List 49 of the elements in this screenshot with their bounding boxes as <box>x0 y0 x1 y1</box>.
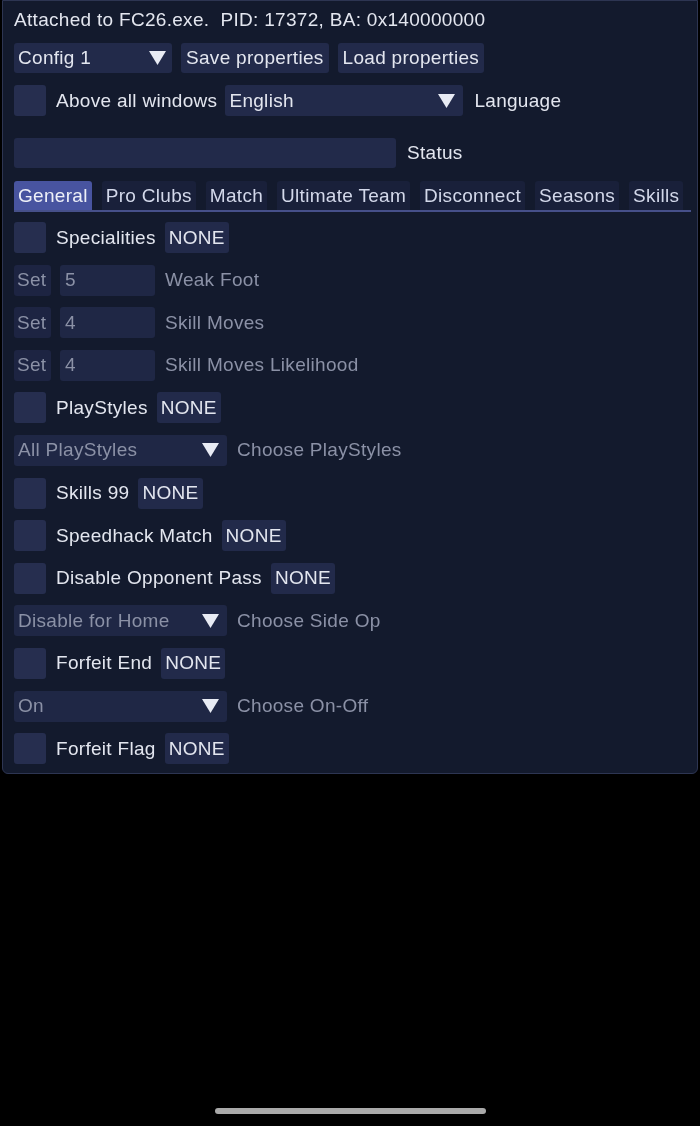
checkbox[interactable] <box>14 222 46 253</box>
checkbox[interactable] <box>14 733 46 765</box>
field-label: Weak Foot <box>165 268 260 293</box>
checkbox[interactable] <box>14 392 46 424</box>
caret-icon <box>149 51 166 65</box>
hotkey-button[interactable]: NONE <box>164 222 229 253</box>
tab[interactable]: Pro Clubs <box>101 181 196 210</box>
dropdown-label: Choose On-Off <box>237 694 369 719</box>
checkbox[interactable] <box>14 647 46 679</box>
hotkey-button[interactable]: NONE <box>164 733 229 765</box>
hotkey-button[interactable]: NONE <box>221 520 286 552</box>
language-dropdown[interactable]: English <box>225 85 464 116</box>
window-title: Attached to FC26.exe. PID: 17372, BA: 0x140000000 <box>14 8 486 32</box>
toolbar-button[interactable]: Save properties <box>181 43 329 73</box>
toolbar-button[interactable]: Load properties <box>337 43 485 73</box>
caret-icon <box>202 699 219 714</box>
hotkey-button[interactable]: NONE <box>161 647 226 679</box>
tab[interactable]: Match <box>205 181 268 210</box>
field-label: Skill Moves <box>165 310 265 335</box>
option-label: Specialities <box>56 225 156 250</box>
caret-icon <box>202 613 219 628</box>
config-dropdown[interactable]: Config 1 <box>14 43 172 73</box>
tab[interactable]: General <box>14 181 92 210</box>
tab[interactable]: Seasons <box>535 181 620 210</box>
option-label: Forfeit End <box>56 651 153 676</box>
dropdown-label: Choose PlayStyles <box>237 438 402 463</box>
option-label: Speedhack Match <box>56 523 213 548</box>
status-label: Status <box>407 141 463 165</box>
option-label: PlayStyles <box>56 395 148 420</box>
option-label: Forfeit Flag <box>56 736 156 761</box>
dropdown-label: Language <box>474 88 562 113</box>
tab[interactable]: Ultimate Team <box>277 181 411 210</box>
option-label: Disable Opponent Pass <box>56 566 262 591</box>
option-label: Skills 99 <box>56 481 130 506</box>
hotkey-button[interactable]: NONE <box>270 562 336 594</box>
caret-icon <box>438 93 456 108</box>
hotkey-button[interactable]: NONE <box>156 392 221 424</box>
checkbox[interactable] <box>14 85 46 116</box>
checkbox[interactable] <box>14 562 46 594</box>
checkbox[interactable] <box>14 477 46 509</box>
field-label: Skill Moves Likelihood <box>165 353 359 378</box>
option-label: Above all windows <box>56 88 218 113</box>
dropdown-label: Choose Side Op <box>237 608 381 633</box>
tab[interactable]: Disconnect <box>420 181 526 210</box>
checkbox[interactable] <box>14 520 46 552</box>
caret-icon <box>202 443 219 458</box>
tab[interactable]: Skills <box>629 181 684 210</box>
status-field[interactable] <box>14 138 396 168</box>
hotkey-button[interactable]: NONE <box>138 477 203 509</box>
